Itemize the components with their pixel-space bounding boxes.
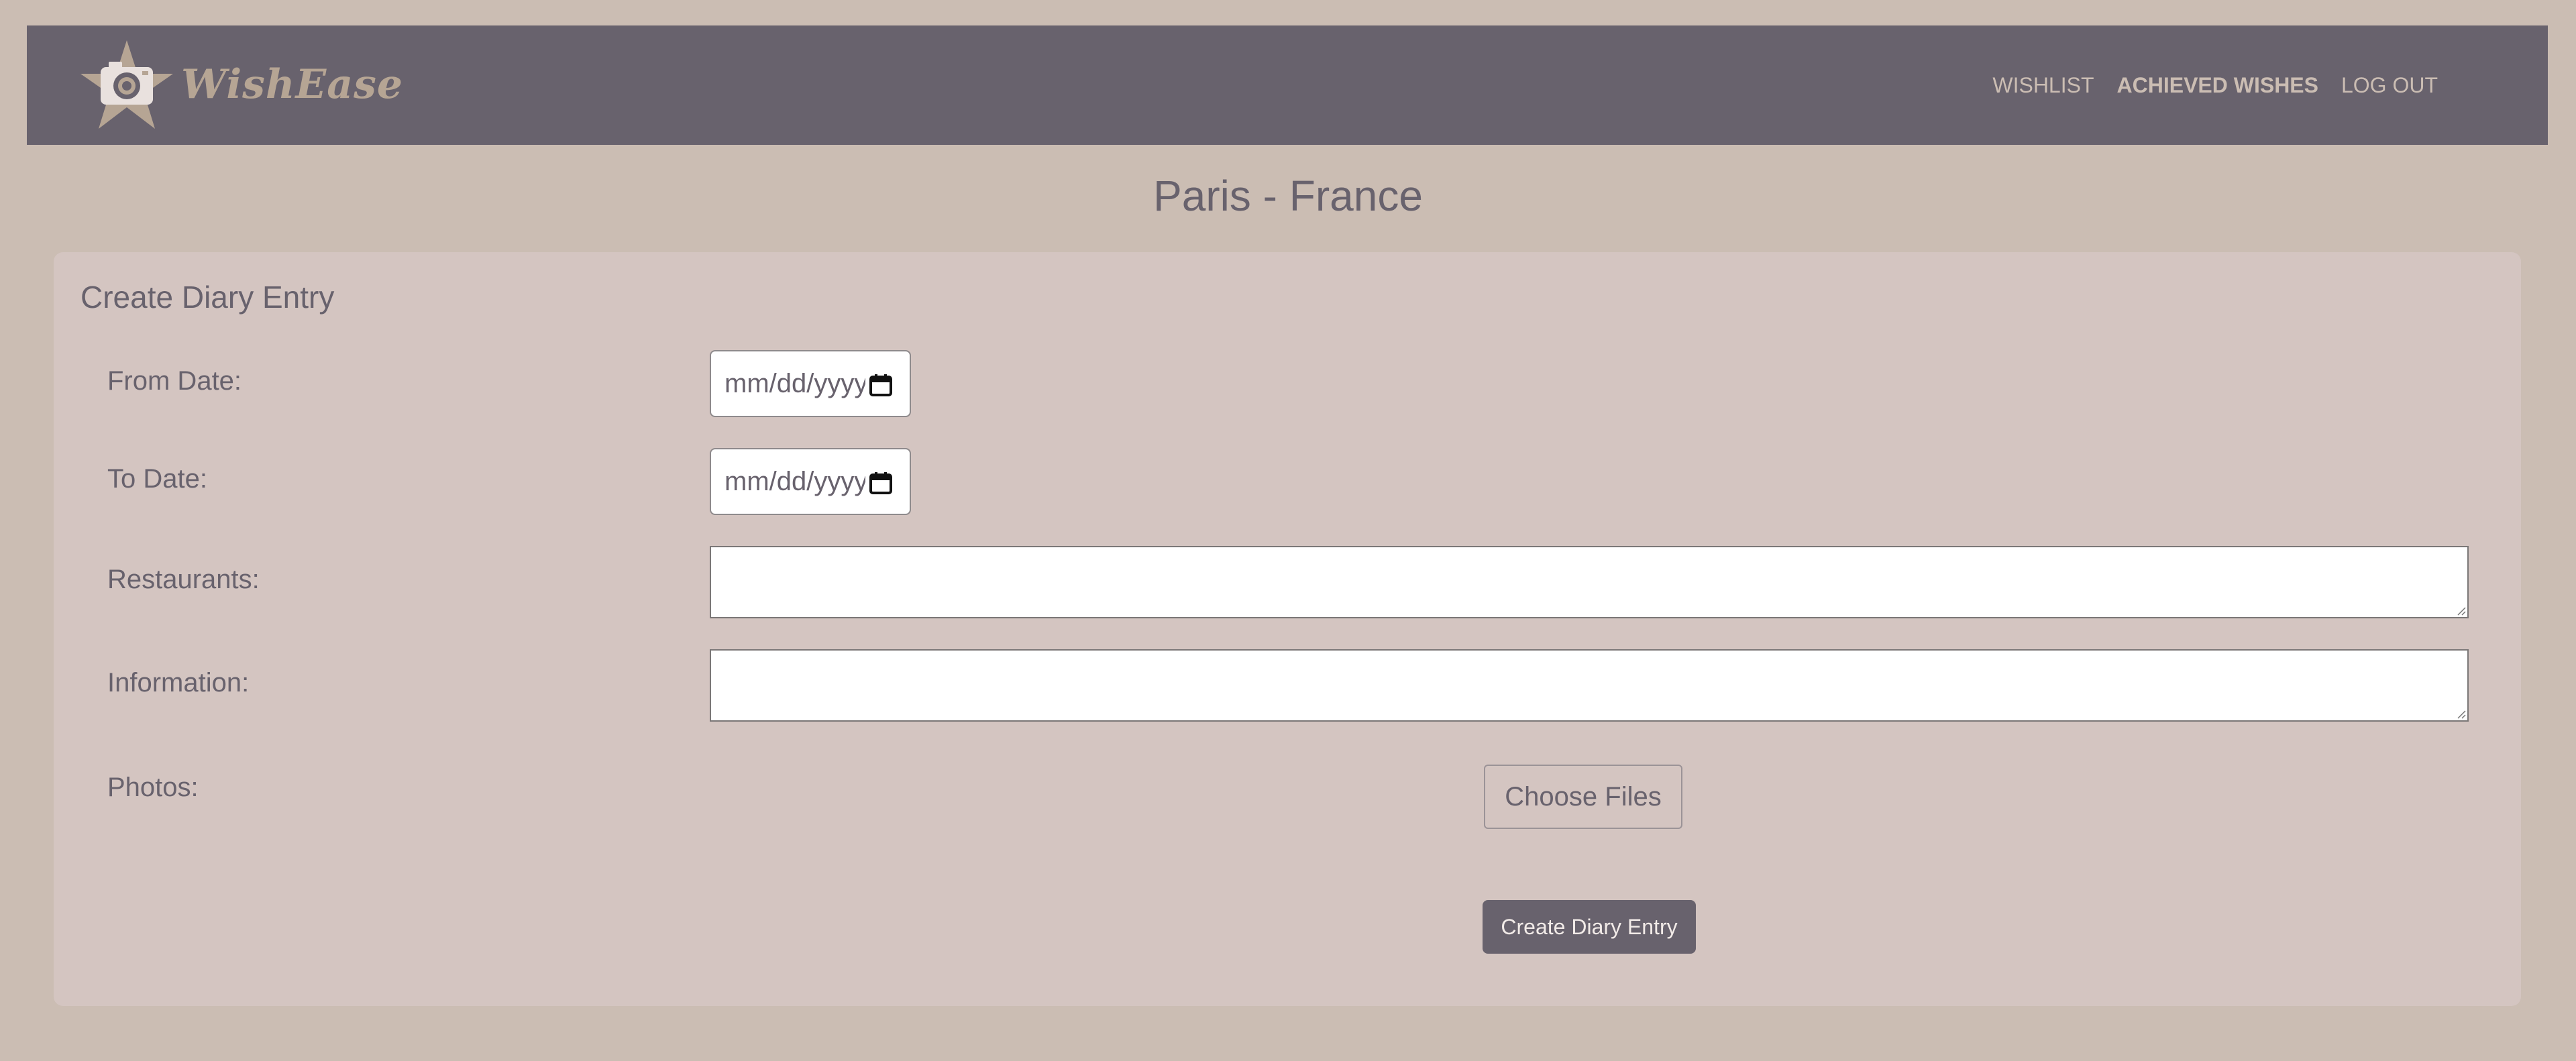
create-diary-entry-button[interactable]: Create Diary Entry	[1483, 900, 1696, 954]
resize-grip-icon[interactable]	[2455, 708, 2466, 719]
restaurants-textarea[interactable]	[710, 546, 2469, 618]
resize-grip-icon[interactable]	[2455, 605, 2466, 616]
nav-link-log-out[interactable]: LOG OUT	[2341, 73, 2438, 98]
to-date-placeholder: mm/dd/yyyy	[724, 466, 865, 496]
from-date-placeholder: mm/dd/yyyy	[724, 368, 865, 398]
nav-link-achieved-wishes[interactable]: ACHIEVED WISHES	[2117, 73, 2318, 98]
photos-label: Photos:	[107, 773, 199, 802]
information-textarea[interactable]	[710, 649, 2469, 722]
information-label: Information:	[107, 668, 250, 697]
from-date-label: From Date:	[107, 366, 242, 396]
choose-files-button[interactable]: Choose Files	[1484, 765, 1682, 829]
page-title: Paris - France	[1153, 172, 1423, 220]
card-title: Create Diary Entry	[80, 280, 335, 315]
logo-text: WishEase	[181, 61, 404, 108]
restaurants-label: Restaurants:	[107, 565, 260, 594]
camera-star-icon	[78, 39, 176, 133]
from-date-input[interactable]: mm/dd/yyyy	[710, 350, 911, 417]
logo[interactable]: WishEase	[78, 39, 403, 133]
navbar: WishEase WISHLIST ACHIEVED WISHES LOG OU…	[27, 25, 2548, 145]
calendar-icon[interactable]	[869, 471, 892, 494]
to-date-label: To Date:	[107, 464, 207, 494]
nav-link-wishlist[interactable]: WISHLIST	[1992, 73, 2094, 98]
nav-links: WISHLIST ACHIEVED WISHES LOG OUT	[1970, 25, 2438, 145]
calendar-icon[interactable]	[869, 373, 892, 396]
diary-entry-card: Create Diary Entry From Date: mm/dd/yyyy…	[54, 252, 2521, 1006]
to-date-input[interactable]: mm/dd/yyyy	[710, 448, 911, 515]
